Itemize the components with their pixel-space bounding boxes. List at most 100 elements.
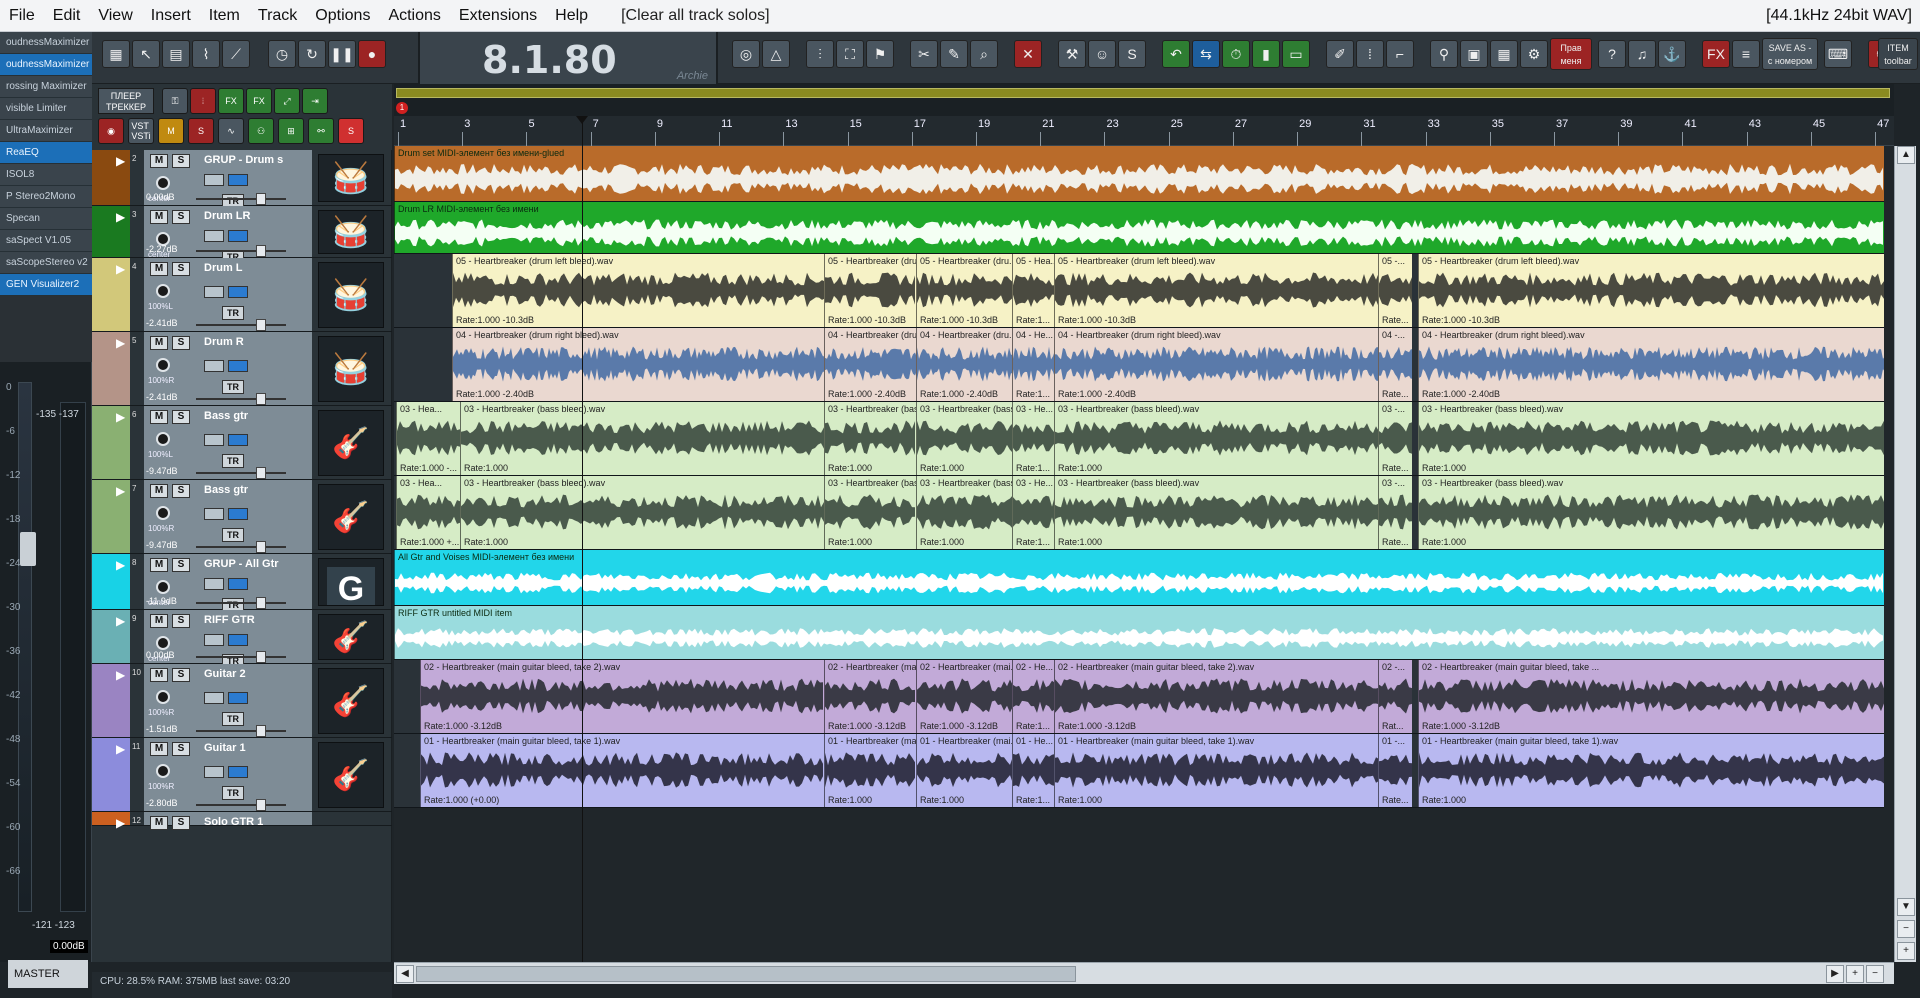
wrench-icon[interactable]: ⚒ <box>1058 40 1086 68</box>
menu-insert[interactable]: Insert <box>142 0 200 32</box>
arrange-icon[interactable]: ⇆ <box>1192 40 1220 68</box>
media-item[interactable]: 04 - He... Rate:1... <box>1012 328 1054 401</box>
volume-slider-thumb[interactable] <box>256 319 266 331</box>
lang-button[interactable]: Прав меня <box>1550 38 1592 70</box>
pan-knob[interactable] <box>156 764 170 778</box>
search-icon[interactable]: ⌕ <box>970 40 998 68</box>
media-item[interactable]: 03 - Heartbreaker (bass... Rate:1.000 <box>916 402 1012 475</box>
bracket-icon[interactable]: ⌐ <box>1386 40 1414 68</box>
timer-icon[interactable]: ⏱ <box>1222 40 1250 68</box>
volume-slider[interactable] <box>196 725 286 737</box>
sweep-icon[interactable]: ⚲ <box>1430 40 1458 68</box>
media-item[interactable]: 01 - He... Rate:1... <box>1012 734 1054 807</box>
track-route-button[interactable]: TR <box>222 306 244 320</box>
scissors-icon[interactable]: ✂ <box>910 40 938 68</box>
bounce-icon[interactable]: ⚑ <box>866 40 894 68</box>
media-item[interactable]: 03 - Heartbreaker (bass bleed).wav Rate:1… <box>460 476 824 549</box>
menu-options[interactable]: Options <box>306 0 379 32</box>
brush-icon[interactable]: ✐ <box>1326 40 1354 68</box>
list-icon[interactable]: ≡ <box>1732 40 1760 68</box>
media-item[interactable]: 02 - Heartbreaker (mai... Rate:1.000 -3.1… <box>916 660 1012 733</box>
fx-chain-icon[interactable]: FX <box>246 88 272 114</box>
solo-button[interactable]: S <box>172 210 190 224</box>
mute-button[interactable]: M <box>150 742 168 756</box>
undo-icon[interactable]: ↶ <box>1162 40 1190 68</box>
track-route-button[interactable]: TR <box>222 528 244 542</box>
media-item[interactable]: 03 - Heartbreaker (bass bleed).wav Rate:1… <box>460 402 824 475</box>
track-route-button[interactable]: TR <box>222 454 244 468</box>
folder-arrow-icon[interactable]: ▶ <box>116 614 125 628</box>
volume-slider-thumb[interactable] <box>256 467 266 479</box>
media-item[interactable]: RIFF GTR untitled MIDI item <box>394 606 1884 659</box>
route-button[interactable] <box>228 508 248 520</box>
chip-icon[interactable]: ▣ <box>1460 40 1488 68</box>
track-header[interactable]: ▶ 2 M S GRUP - Drum s center TR 0.00dB 🥁 <box>92 150 392 208</box>
folder-arrow-icon[interactable]: ▶ <box>116 668 125 682</box>
menu-extensions[interactable]: Extensions <box>450 0 546 32</box>
player-tracker-button[interactable]: ПЛЕЕР ТРЕККЕР <box>98 88 154 114</box>
media-item[interactable]: 02 - Heartbreaker (main guitar bleed, ta… <box>1054 660 1378 733</box>
dots-icon[interactable]: ⁞ <box>1356 40 1384 68</box>
track-lane[interactable]: 05 - Heartbreaker (drum left bleed).wav R… <box>394 254 1884 328</box>
track-name[interactable]: RIFF GTR <box>204 614 255 626</box>
zoom-fit-icon[interactable]: ⛶ <box>836 40 864 68</box>
volume-slider-thumb[interactable] <box>256 799 266 811</box>
solo-icon[interactable]: S <box>188 118 214 144</box>
ripple-icon[interactable]: ⌇ <box>192 40 220 68</box>
volume-slider[interactable] <box>196 319 286 331</box>
input-button[interactable] <box>204 766 224 778</box>
media-item[interactable]: 03 - Hea... Rate:1.000 -... <box>396 402 460 475</box>
export-icon[interactable]: ⇥ <box>302 88 328 114</box>
input-button[interactable] <box>204 174 224 186</box>
solo-button[interactable]: S <box>172 742 190 756</box>
zoom-in-h-button[interactable]: + <box>1846 965 1864 983</box>
media-item[interactable]: 02 - He... Rate:1... <box>1012 660 1054 733</box>
track-route-button[interactable]: TR <box>222 380 244 394</box>
tools-icon[interactable]: ⚙ <box>1520 40 1548 68</box>
media-item[interactable]: 04 - Heartbreaker (drum right bleed).wav… <box>452 328 824 401</box>
solo-button[interactable]: S <box>172 558 190 572</box>
media-item[interactable]: 01 - Heartbreaker (mai... Rate:1.000 <box>916 734 1012 807</box>
folder-arrow-icon[interactable]: ▶ <box>116 262 125 276</box>
media-item[interactable]: 03 - Heartbreaker (bass bleed).wav Rate:1… <box>1054 402 1378 475</box>
mixer-icon[interactable]: ⫶ <box>806 40 834 68</box>
input-button[interactable] <box>204 286 224 298</box>
track-lane[interactable]: All Gtr and Voises MIDI-элемент без имен… <box>394 550 1884 606</box>
pan-knob[interactable] <box>156 284 170 298</box>
menu-view[interactable]: View <box>89 0 141 32</box>
track-name[interactable]: GRUP - Drum s <box>204 154 283 166</box>
folder-arrow-icon[interactable]: ▶ <box>116 484 125 498</box>
volume-slider[interactable] <box>196 245 286 257</box>
pause-icon[interactable]: ❚❚ <box>328 40 356 68</box>
track-header[interactable]: ▶ 8 M S GRUP - All Gtr center TR -11.9dB G <box>92 554 392 612</box>
media-item[interactable]: 01 - Heartbreaker (mai... Rate:1.000 <box>824 734 916 807</box>
input-button[interactable] <box>204 634 224 646</box>
fx-bypass-icon[interactable]: FX <box>218 88 244 114</box>
track-lane[interactable]: 01 - Heartbreaker (main guitar bleed, ta… <box>394 734 1884 808</box>
grid-icon[interactable]: ▦ <box>102 40 130 68</box>
fx-item[interactable]: P Stereo2Mono <box>0 186 92 208</box>
master-fader[interactable] <box>20 532 36 566</box>
media-item[interactable]: 03 - Heartbreaker (bass... Rate:1.000 <box>916 476 1012 549</box>
track-header[interactable]: ▶ 12 M S Solo GTR 1 <box>92 812 392 830</box>
media-item[interactable]: 02 - Heartbreaker (main guitar bleed, ta… <box>1418 660 1884 733</box>
mute-button[interactable]: M <box>150 154 168 168</box>
folder-arrow-icon[interactable]: ▶ <box>116 154 125 168</box>
route-button[interactable] <box>228 578 248 590</box>
media-item[interactable]: 03 - Heartbreaker (bas... Rate:1.000 <box>824 476 916 549</box>
volume-slider-thumb[interactable] <box>256 193 266 205</box>
lock-icon[interactable]: ⚿ <box>162 88 188 114</box>
media-item[interactable]: 04 -... Rate... <box>1378 328 1412 401</box>
media-item[interactable]: 02 - Heartbreaker (mai... Rate:1.000 -3.1… <box>824 660 916 733</box>
envelope-icon[interactable]: ⟋ <box>222 40 250 68</box>
screen-icon[interactable]: ▭ <box>1282 40 1310 68</box>
solo-button[interactable]: S <box>172 154 190 168</box>
vst-button[interactable]: VST VSTi <box>128 118 154 144</box>
media-item[interactable]: 03 - Hea... Rate:1.000 +... <box>396 476 460 549</box>
track-header[interactable]: ▶ 7 M S Bass gtr 100%R TR -9.47dB 🎸 <box>92 480 392 554</box>
media-item[interactable]: 05 - Heartbreaker (drum left bleed).wav R… <box>1054 254 1378 327</box>
zoom-out-h-button[interactable]: − <box>1866 965 1884 983</box>
menu-edit[interactable]: Edit <box>44 0 90 32</box>
track-header[interactable]: ▶ 6 M S Bass gtr 100%L TR -9.47dB 🎸 <box>92 406 392 480</box>
input-button[interactable] <box>204 434 224 446</box>
